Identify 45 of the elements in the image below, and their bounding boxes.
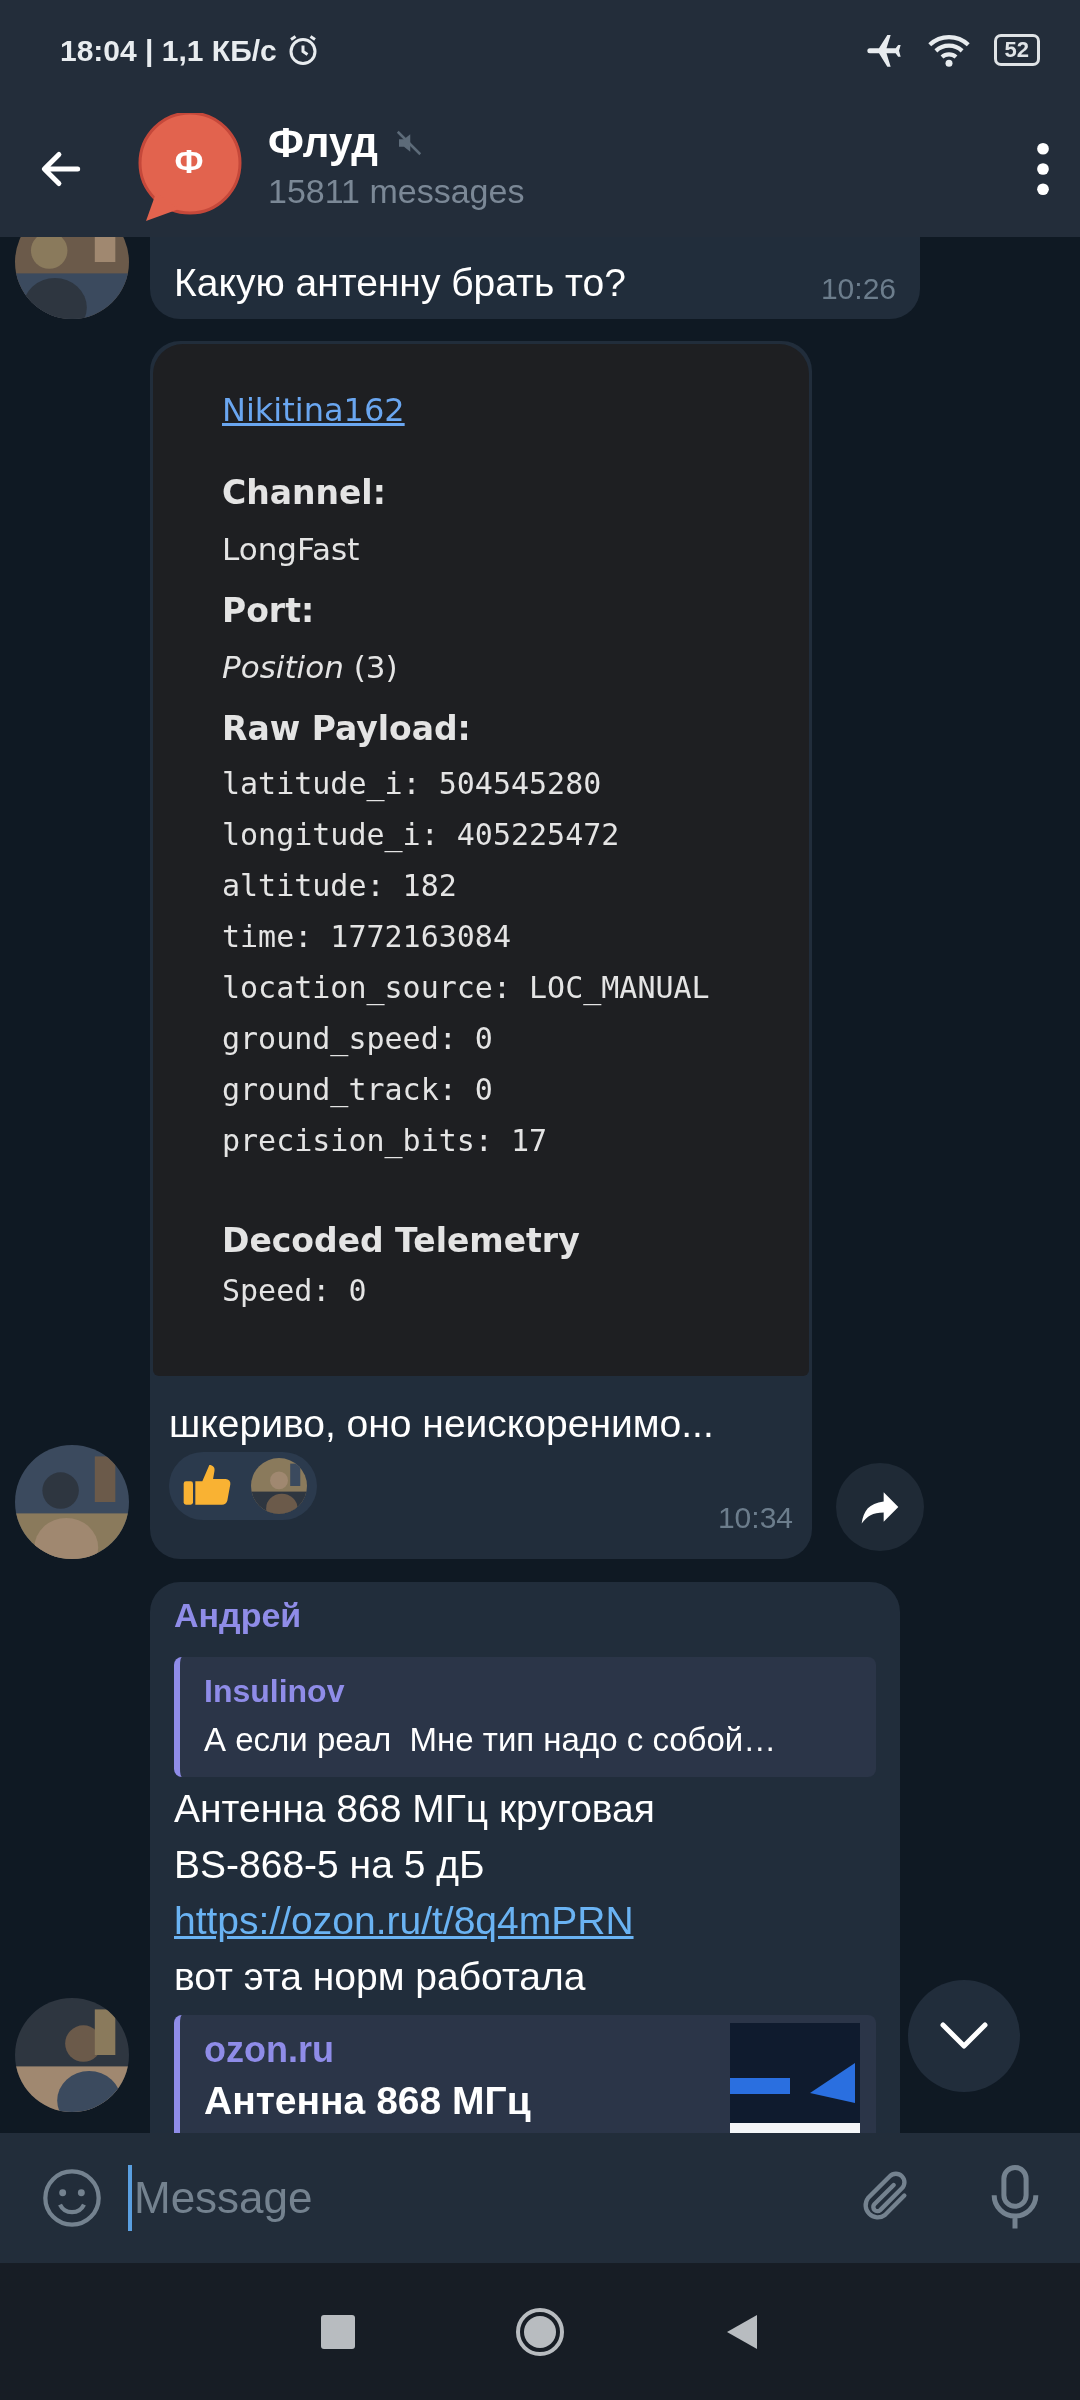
payload-line: time: 1772163084 [222, 917, 512, 956]
field-label: Port: [222, 590, 316, 632]
emoji-icon[interactable] [40, 2166, 104, 2230]
field-label: Channel: [222, 472, 387, 514]
field-value: LongFast [222, 529, 361, 569]
message-text: Антенна 868 МГц круговая [174, 1785, 656, 1832]
message-field[interactable]: Message [128, 2165, 728, 2231]
preview-site: ozon.ru [204, 2027, 335, 2072]
home-icon[interactable] [515, 2306, 565, 2357]
member-count: 15811 messages [268, 171, 525, 213]
message-time: 10:26 [820, 271, 896, 307]
payload-line: latitude_i: 504545280 [222, 764, 603, 804]
sender-name: Андрей [174, 1595, 303, 1636]
payload-line: Speed: 0 [222, 1272, 368, 1310]
message-input-bar[interactable]: Message [0, 2133, 1080, 2263]
link-preview[interactable]: ozon.ru Антенна 868 МГц [174, 2014, 876, 2133]
microphone-icon[interactable] [990, 2164, 1040, 2232]
battery-indicator: 52 [993, 34, 1040, 66]
reply-quote[interactable]: Insulinov А если реал Мне тип надо с собой… [174, 1657, 876, 1777]
field-value: Position (3) [222, 647, 399, 687]
payload-line: ground_track: 0 [222, 1070, 494, 1110]
reply-text: А если реал Мне тип надо с собой… [204, 1720, 778, 1760]
payload-line: ground_speed: 0 [222, 1019, 494, 1059]
payload-line: altitude: 182 [222, 866, 458, 905]
message-text: вот эта норм работала [174, 1953, 587, 2000]
section-title: Raw Payload: [222, 708, 472, 750]
more-icon[interactable] [1036, 141, 1050, 196]
message-link[interactable]: https://ozon.ru/t/8q4mPRN [174, 1898, 634, 1942]
back-nav-icon[interactable] [725, 2312, 759, 2351]
message-time: 10:34 [717, 1500, 793, 1536]
payload-line: precision_bits: 17 [222, 1121, 549, 1161]
message-text: шкериво, оно неискоренимо... [168, 1401, 715, 1447]
node-link[interactable]: Nikitina162 [222, 386, 405, 434]
section-title: Decoded Telemetry [222, 1219, 581, 1262]
reply-author: Insulinov [204, 1672, 346, 1711]
wifi-icon [927, 32, 970, 68]
payload-line: location_source: LOC_MANUAL [222, 968, 711, 1008]
chat-title: Флуд [268, 119, 378, 167]
preview-title: Антенна 868 МГц [204, 2077, 531, 2124]
payload-line: longitude_i: 405225472 [222, 815, 621, 855]
message-text: BS-868-5 на 5 дБ [174, 1841, 486, 1888]
message-text: Какую антенну брать то? [174, 260, 626, 306]
square-icon[interactable] [321, 2314, 355, 2349]
status-text: 18:04 | 1,1 КБ/с [60, 32, 277, 69]
chevron-down-icon [939, 2021, 989, 2051]
